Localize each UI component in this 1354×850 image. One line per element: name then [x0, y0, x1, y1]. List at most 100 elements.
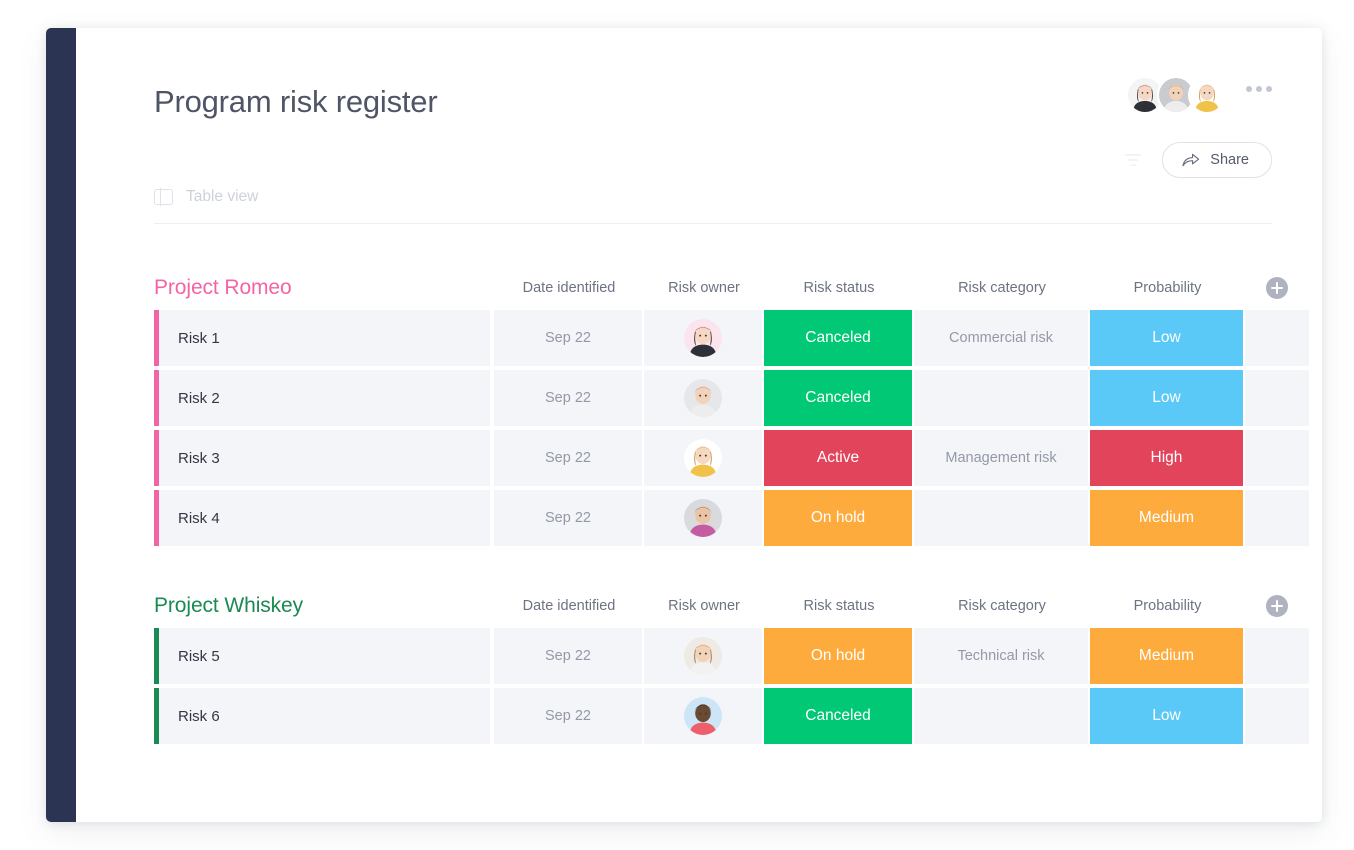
group-header-row: Project Whiskey Date identified Risk owner…	[154, 584, 1288, 628]
filter-line	[1128, 159, 1139, 161]
avatar-user-3[interactable]	[1188, 76, 1226, 114]
filter-icon[interactable]	[1122, 149, 1144, 171]
cell-item-name[interactable]: Risk 1	[154, 310, 494, 366]
cell-date-identified[interactable]: Sep 22	[494, 430, 644, 486]
cell-probability[interactable]: Low	[1090, 370, 1245, 426]
cell-risk-category[interactable]: Commercial risk	[914, 310, 1090, 366]
column-header-category[interactable]: Risk category	[914, 280, 1090, 296]
cell-probability[interactable]: Low	[1090, 688, 1245, 744]
cell-risk-owner[interactable]	[644, 688, 764, 744]
avatar-risk-owner-3	[684, 439, 722, 477]
dot	[1246, 86, 1252, 92]
cell-risk-category[interactable]: Technical risk	[914, 628, 1090, 684]
board-group: Project Whiskey Date identified Risk owner…	[154, 584, 1309, 744]
cell-date-identified[interactable]: Sep 22	[494, 310, 644, 366]
more-options-icon[interactable]	[1246, 86, 1272, 92]
table-view-icon	[154, 188, 173, 206]
group-header-row: Project Romeo Date identified Risk owner Ri…	[154, 266, 1288, 310]
cell-empty-trailing	[1245, 310, 1309, 366]
avatar-risk-owner-6	[684, 697, 722, 735]
column-header-probability[interactable]: Probability	[1090, 598, 1245, 614]
table-row[interactable]: Risk 6 Sep 22 Canceled Low	[154, 688, 1309, 744]
add-column-icon	[1266, 595, 1288, 617]
column-header-probability[interactable]: Probability	[1090, 280, 1245, 296]
avatar-risk-owner-4	[684, 499, 722, 537]
table-row[interactable]: Risk 3 Sep 22 Active Management risk High	[154, 430, 1309, 486]
column-header-date[interactable]: Date identified	[494, 280, 644, 296]
cell-risk-status[interactable]: On hold	[764, 628, 914, 684]
group-title[interactable]: Project Whiskey	[154, 594, 494, 618]
cell-risk-category[interactable]	[914, 490, 1090, 546]
item-name-label: Risk 4	[178, 509, 220, 527]
cell-risk-owner[interactable]	[644, 490, 764, 546]
table-row[interactable]: Risk 1 Sep 22 Canceled Commercial risk Low	[154, 310, 1309, 366]
cell-risk-owner[interactable]	[644, 310, 764, 366]
tab-table-view[interactable]: Table view	[186, 188, 258, 206]
item-name-label: Risk 6	[178, 707, 220, 725]
cell-probability[interactable]: Medium	[1090, 490, 1245, 546]
cell-item-name[interactable]: Risk 4	[154, 490, 494, 546]
cell-item-name[interactable]: Risk 2	[154, 370, 494, 426]
cell-item-name[interactable]: Risk 3	[154, 430, 494, 486]
screenshot-stage: Program risk register Share Table view P…	[0, 0, 1354, 850]
group-accent-bar	[154, 370, 159, 426]
table-row[interactable]: Risk 2 Sep 22 Canceled Low	[154, 370, 1309, 426]
cell-date-identified[interactable]: Sep 22	[494, 490, 644, 546]
cell-risk-status[interactable]: Canceled	[764, 370, 914, 426]
add-column-button[interactable]	[1245, 595, 1309, 617]
avatar-risk-owner-1	[684, 319, 722, 357]
cell-risk-status[interactable]: Canceled	[764, 310, 914, 366]
cell-risk-category[interactable]	[914, 688, 1090, 744]
column-header-category[interactable]: Risk category	[914, 598, 1090, 614]
cell-risk-owner[interactable]	[644, 430, 764, 486]
cell-risk-category[interactable]	[914, 370, 1090, 426]
item-name-label: Risk 3	[178, 449, 220, 467]
cell-risk-status[interactable]: On hold	[764, 490, 914, 546]
cell-item-name[interactable]: Risk 5	[154, 628, 494, 684]
group-title[interactable]: Project Romeo	[154, 276, 494, 300]
group-accent-bar	[154, 628, 159, 684]
cell-empty-trailing	[1245, 688, 1309, 744]
filter-line	[1125, 154, 1142, 156]
column-header-status[interactable]: Risk status	[764, 598, 914, 614]
cell-probability[interactable]: Medium	[1090, 628, 1245, 684]
left-nav-rail	[46, 28, 76, 822]
add-column-icon	[1266, 277, 1288, 299]
avatar-risk-owner-5	[684, 637, 722, 675]
column-header-owner[interactable]: Risk owner	[644, 280, 764, 296]
group-accent-bar	[154, 490, 159, 546]
column-header-date[interactable]: Date identified	[494, 598, 644, 614]
cell-risk-status[interactable]: Canceled	[764, 688, 914, 744]
cell-risk-status[interactable]: Active	[764, 430, 914, 486]
cell-probability[interactable]: Low	[1090, 310, 1245, 366]
cell-date-identified[interactable]: Sep 22	[494, 370, 644, 426]
cell-empty-trailing	[1245, 490, 1309, 546]
item-name-label: Risk 1	[178, 329, 220, 347]
column-header-status[interactable]: Risk status	[764, 280, 914, 296]
share-arrow-icon	[1182, 153, 1200, 167]
cell-risk-owner[interactable]	[644, 370, 764, 426]
cell-date-identified[interactable]: Sep 22	[494, 688, 644, 744]
cell-date-identified[interactable]: Sep 22	[494, 628, 644, 684]
column-header-owner[interactable]: Risk owner	[644, 598, 764, 614]
board-content: Program risk register Share Table view P…	[76, 28, 1322, 822]
group-accent-bar	[154, 688, 159, 744]
table-row[interactable]: Risk 5 Sep 22 On hold Technical risk Medium	[154, 628, 1309, 684]
member-avatars	[1126, 76, 1226, 114]
table-row[interactable]: Risk 4 Sep 22 On hold Medium	[154, 490, 1309, 546]
cell-risk-category[interactable]: Management risk	[914, 430, 1090, 486]
board-group: Project Romeo Date identified Risk owner Ri…	[154, 266, 1309, 546]
avatar-risk-owner-2	[684, 379, 722, 417]
add-column-button[interactable]	[1245, 277, 1309, 299]
share-button[interactable]: Share	[1162, 142, 1272, 178]
group-accent-bar	[154, 310, 159, 366]
board-card: Program risk register Share Table view P…	[46, 28, 1322, 822]
board-header: Program risk register Share	[154, 28, 1272, 178]
cell-probability[interactable]: High	[1090, 430, 1245, 486]
view-tabs: Table view	[154, 188, 1272, 224]
filter-line	[1130, 164, 1136, 166]
cell-risk-owner[interactable]	[644, 628, 764, 684]
cell-empty-trailing	[1245, 370, 1309, 426]
dot	[1256, 86, 1262, 92]
cell-item-name[interactable]: Risk 6	[154, 688, 494, 744]
